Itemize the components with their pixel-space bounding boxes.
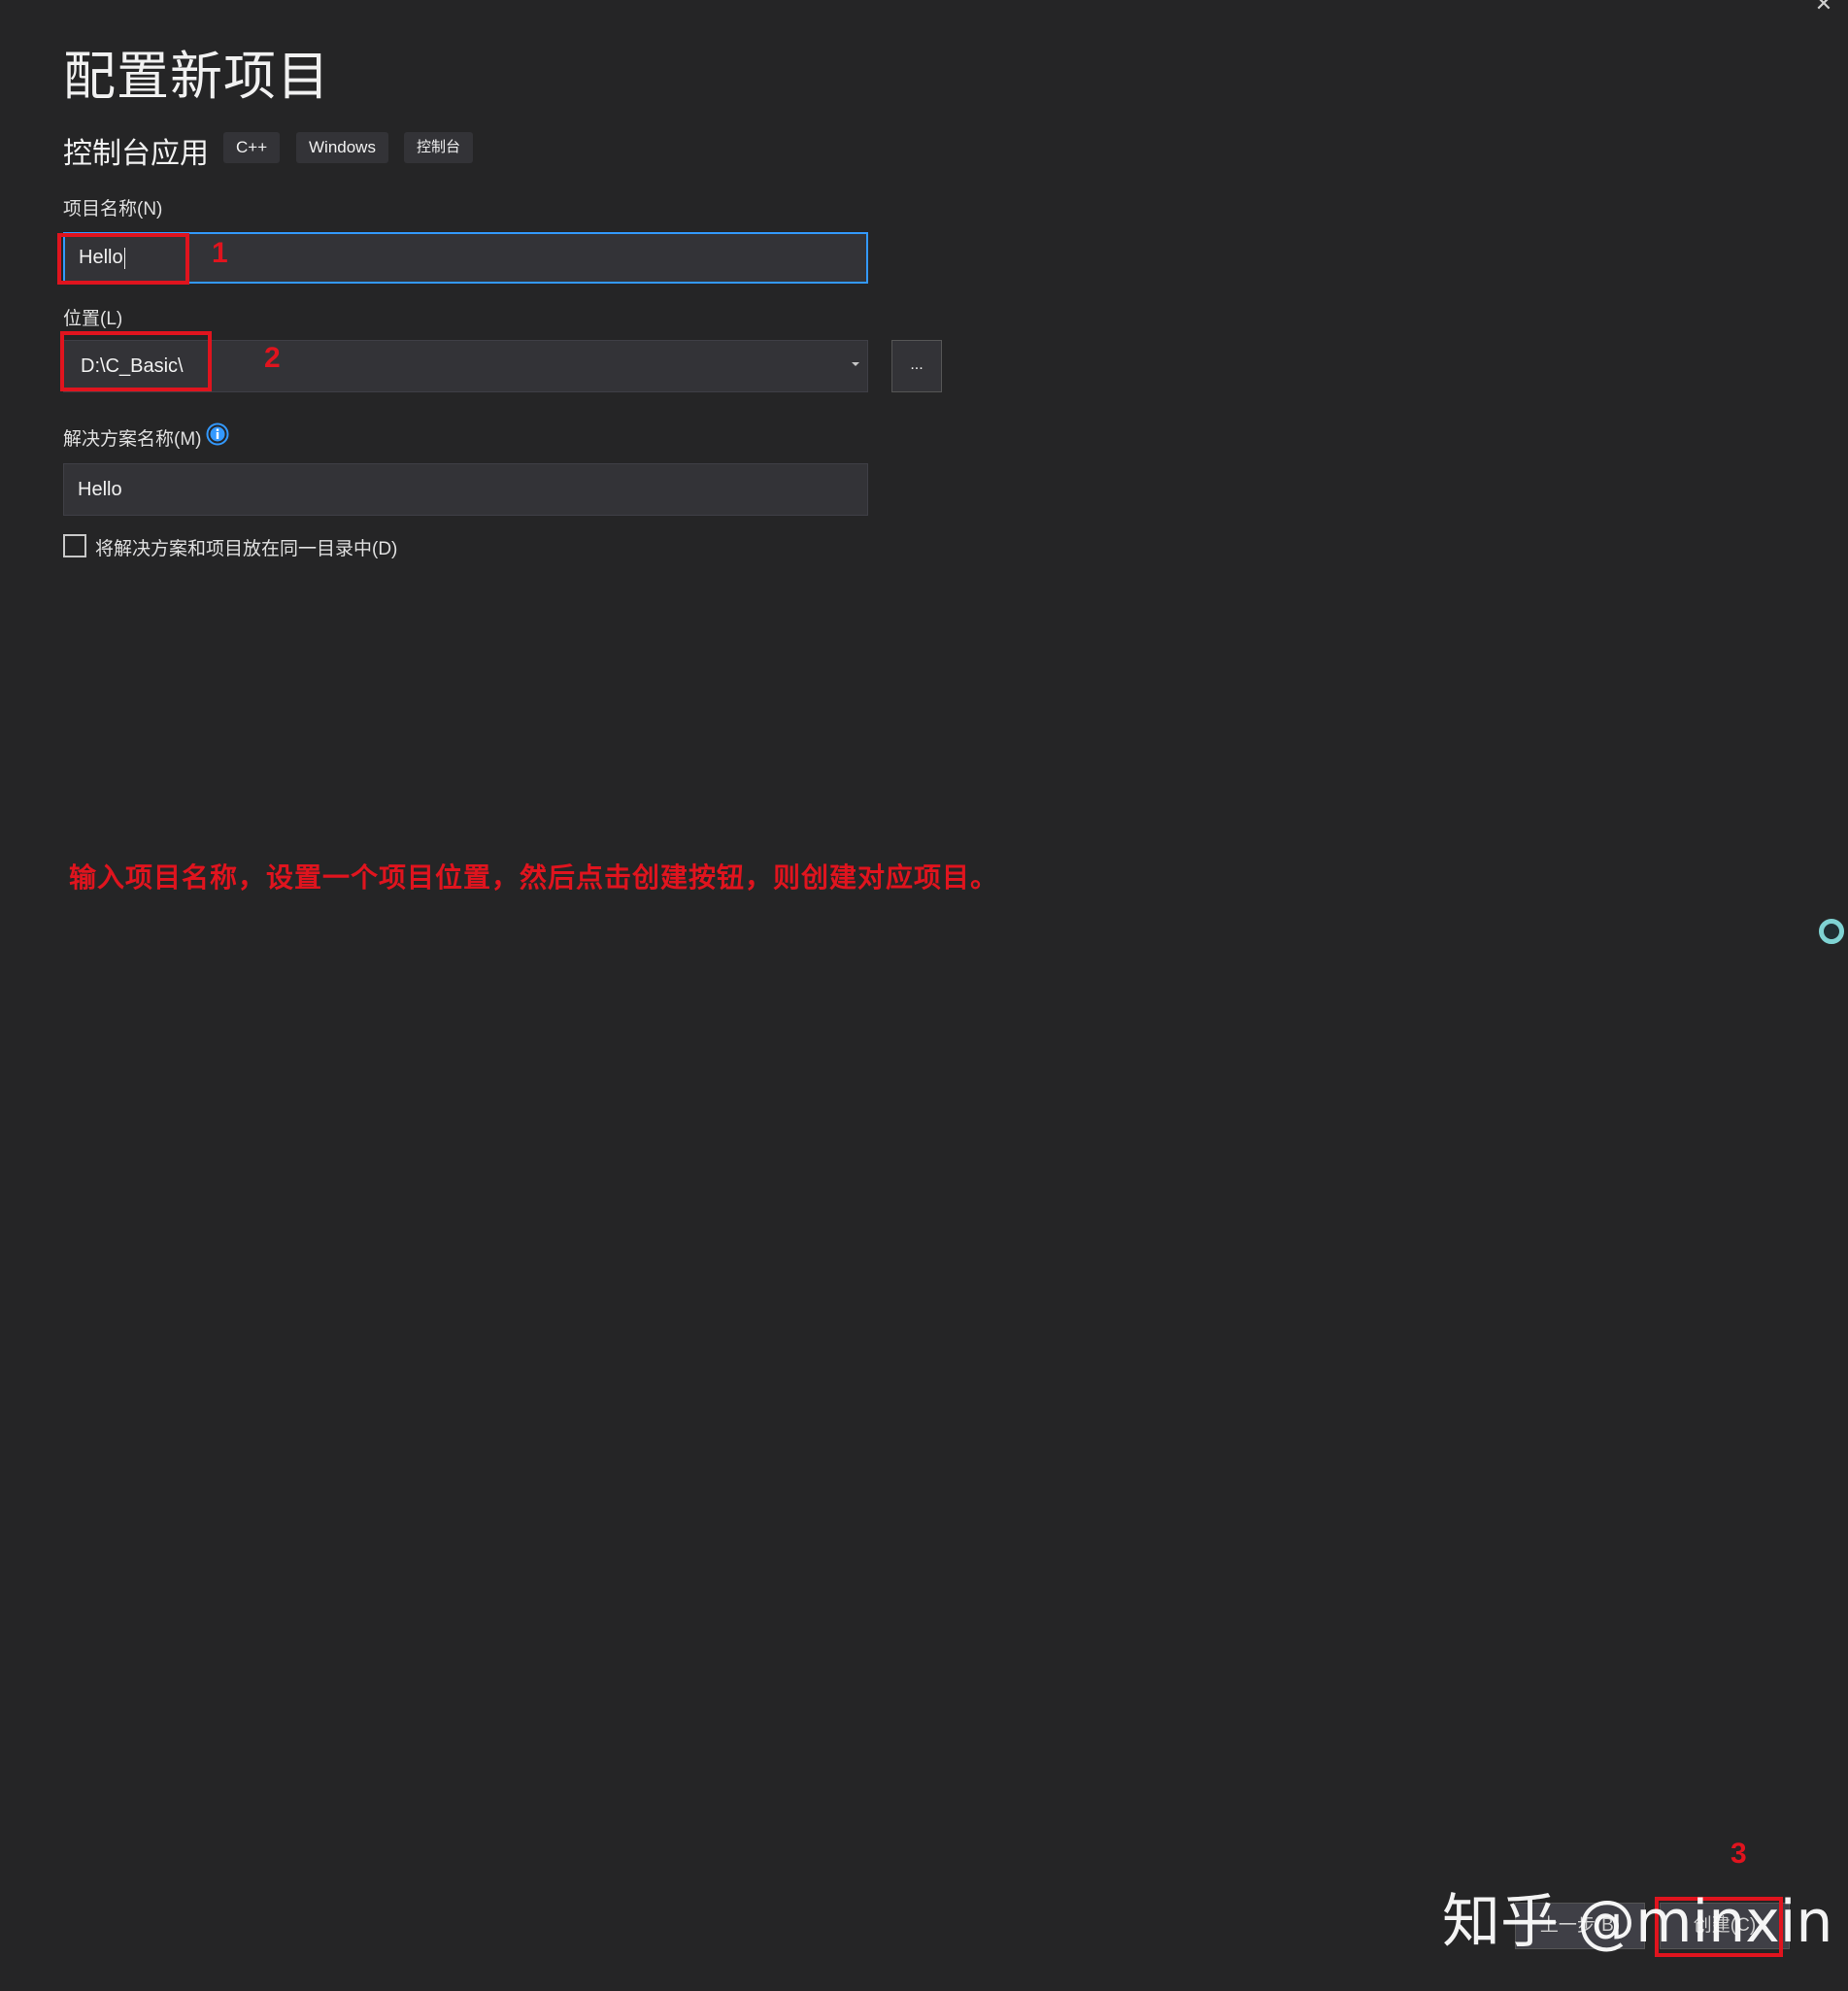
text-caret [123, 247, 125, 269]
location-combobox[interactable]: D:\C_Basic\ [63, 340, 868, 392]
solution-name-label: 解决方案名称(M) [63, 429, 202, 450]
annotation-step-1: 1 [212, 237, 228, 269]
project-name-value: Hello [79, 247, 123, 268]
loading-ring-icon [1819, 919, 1844, 944]
chevron-down-icon[interactable] [852, 362, 859, 366]
annotation-step-3: 3 [1730, 1838, 1747, 1870]
location-label: 位置(L) [63, 309, 123, 329]
tag-console: 控制台 [404, 132, 474, 163]
same-directory-label: 将解决方案和项目放在同一目录中(D) [95, 539, 398, 559]
annotation-instruction: 输入项目名称，设置一个项目位置，然后点击创建按钮，则创建对应项目。 [69, 862, 999, 893]
same-directory-checkbox[interactable] [63, 534, 86, 557]
annotation-step-2: 2 [264, 342, 281, 374]
solution-name-value: Hello [78, 478, 122, 500]
browse-button[interactable]: ... [891, 340, 942, 392]
info-icon[interactable] [206, 422, 229, 446]
back-button[interactable]: 上一步(B) [1515, 1903, 1645, 1949]
create-button[interactable]: 创建(C) [1660, 1903, 1790, 1949]
tag-windows: Windows [296, 132, 388, 163]
solution-name-input[interactable]: Hello [63, 463, 868, 516]
location-value: D:\C_Basic\ [81, 354, 184, 377]
template-name: 控制台应用 [63, 138, 209, 170]
tag-cpp: C++ [223, 132, 281, 163]
close-icon[interactable]: ✕ [1812, 0, 1835, 17]
project-name-input[interactable]: Hello [63, 232, 868, 284]
page-title: 配置新项目 [63, 48, 330, 106]
project-name-label: 项目名称(N) [63, 199, 163, 219]
